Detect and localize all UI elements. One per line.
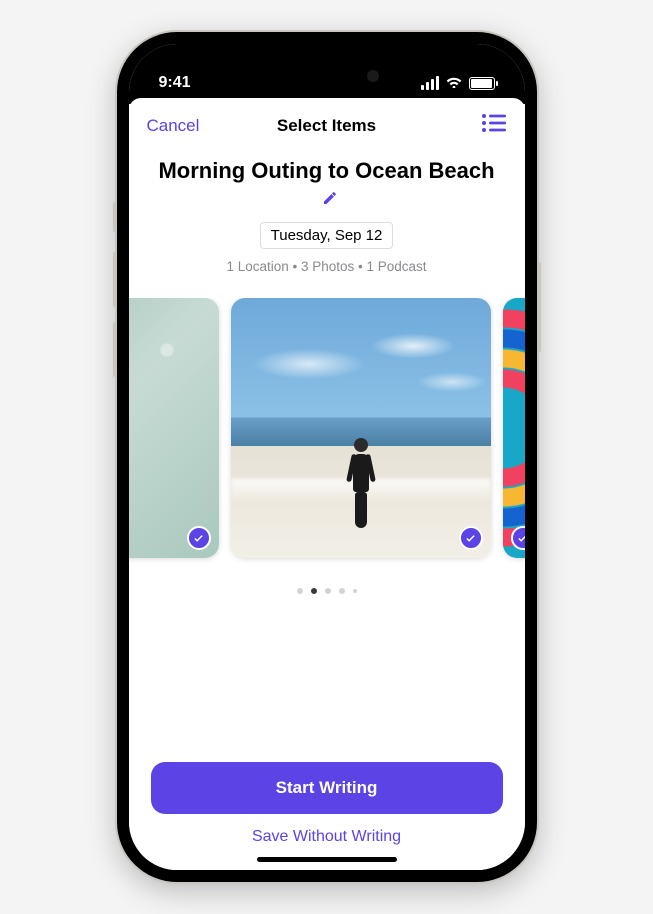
home-indicator[interactable] <box>257 857 397 862</box>
cancel-button[interactable]: Cancel <box>147 116 200 136</box>
selected-check-icon[interactable] <box>459 526 483 550</box>
dynamic-island <box>267 58 387 94</box>
page-dot <box>353 589 357 593</box>
side-button <box>537 262 541 352</box>
media-carousel[interactable] <box>129 298 525 578</box>
ringer-switch <box>113 202 117 232</box>
select-items-sheet: Cancel Select Items <box>129 98 525 870</box>
actions: Start Writing Save Without Writing <box>129 762 525 870</box>
save-without-writing-button[interactable]: Save Without Writing <box>151 828 503 846</box>
selected-check-icon[interactable] <box>511 526 525 550</box>
start-writing-button[interactable]: Start Writing <box>151 762 503 814</box>
photo-subject <box>353 438 369 528</box>
carousel-item[interactable] <box>129 298 219 558</box>
entry-date[interactable]: Tuesday, Sep 12 <box>260 222 394 249</box>
carousel-item[interactable] <box>231 298 491 558</box>
entry-title-text: Morning Outing to Ocean Beach <box>158 158 494 183</box>
page-title: Select Items <box>277 116 376 136</box>
cellular-signal-icon <box>421 76 439 90</box>
list-view-icon[interactable] <box>481 112 507 139</box>
nav-bar: Cancel Select Items <box>129 98 525 149</box>
status-bar: 9:41 <box>129 44 525 104</box>
battery-icon <box>469 77 495 90</box>
selected-check-icon[interactable] <box>187 526 211 550</box>
screen: 9:41 Cancel Select Items <box>129 44 525 870</box>
entry-title[interactable]: Morning Outing to Ocean Beach <box>149 157 505 212</box>
entry-header: Morning Outing to Ocean Beach Tuesday, S… <box>129 149 525 284</box>
edit-title-icon[interactable] <box>322 185 338 213</box>
status-time: 9:41 <box>159 74 191 91</box>
volume-down-button <box>113 322 117 377</box>
entry-summary: 1 Location • 3 Photos • 1 Podcast <box>149 259 505 274</box>
wifi-icon <box>445 74 463 92</box>
device-frame: 9:41 Cancel Select Items <box>117 32 537 882</box>
volume-up-button <box>113 252 117 307</box>
carousel-item[interactable] <box>503 298 525 558</box>
